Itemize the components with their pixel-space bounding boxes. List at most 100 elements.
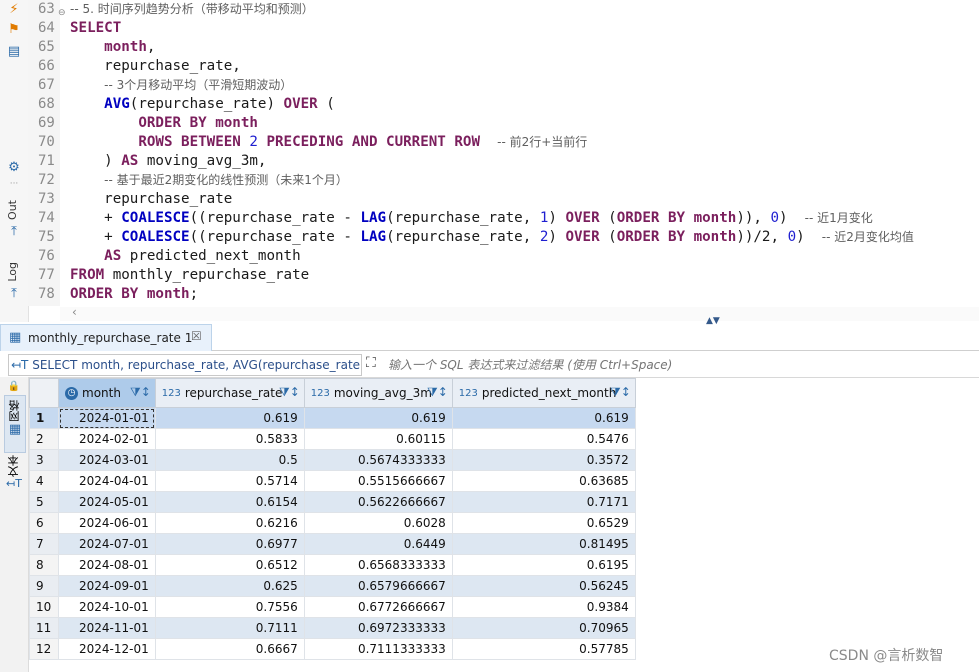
row-number[interactable]: 11 [29,617,59,639]
code-line[interactable]: 66 repurchase_rate, [28,57,979,76]
column-header-predicted-next-month[interactable]: 123 predicted_next_month ⧩↕ [451,378,636,408]
cell-predicted-next-month[interactable]: 0.70965 [451,617,636,639]
cell-month[interactable]: 2024-05-01 [58,491,156,513]
cell-moving-avg-3m[interactable]: 0.5674333333 [303,449,453,471]
code-line[interactable]: 78 ORDER BY month; [28,285,979,304]
cell-month[interactable]: 2024-03-01 [58,449,156,471]
settings-gear-icon[interactable]: ⚙ [6,160,22,176]
filter-sort-icon[interactable]: ⧩↕ [130,385,151,400]
code-line[interactable]: 64 SELECT [28,19,979,38]
cell-month[interactable]: 2024-09-01 [58,575,156,597]
cell-repurchase-rate[interactable]: 0.625 [154,575,305,597]
cell-moving-avg-3m[interactable]: 0.6579666667 [303,575,453,597]
filter-sort-icon[interactable]: ⧩↕ [427,385,448,400]
tab-grid-view[interactable]: 网格 ▦ [4,395,26,453]
code-line[interactable]: 73 repurchase_rate [28,190,979,209]
column-header-repurchase-rate[interactable]: 123 repurchase_rate ⧩↕ [154,378,305,408]
table-row[interactable]: 4 2024-04-01 0.5714 0.5515666667 0.63685 [29,470,636,492]
table-row[interactable]: 12 2024-12-01 0.6667 0.7111333333 0.57785 [29,638,636,660]
row-number[interactable]: 4 [29,470,59,492]
row-number[interactable]: 8 [29,554,59,576]
editor-horizontal-scrollbar[interactable]: ‹ [60,305,979,321]
filter-input[interactable] [386,354,979,376]
cell-month[interactable]: 2024-10-01 [58,596,156,618]
column-header-moving-avg-3m[interactable]: 123 moving_avg_3m ⧩↕ [303,378,453,408]
code-line[interactable]: 67 -- 3个月移动平均（平滑短期波动） [28,76,979,95]
code-line[interactable]: 75 + COALESCE((repurchase_rate - LAG(rep… [28,228,979,247]
cell-predicted-next-month[interactable]: 0.5476 [451,428,636,450]
row-number[interactable]: 5 [29,491,59,513]
code-line[interactable]: 63 ⊖ -- 5. 时间序列趋势分析（带移动平均和预测） [28,0,979,19]
save-script-icon[interactable]: ▤ [6,44,22,60]
cell-predicted-next-month[interactable]: 0.3572 [451,449,636,471]
cell-predicted-next-month[interactable]: 0.6529 [451,512,636,534]
tab-text-view[interactable]: 文本 ↤T [4,455,24,501]
column-header-month[interactable]: ◷ month ⧩↕ [58,378,156,408]
cell-month[interactable]: 2024-08-01 [58,554,156,576]
table-row[interactable]: 6 2024-06-01 0.6216 0.6028 0.6529 [29,512,636,534]
cell-predicted-next-month[interactable]: 0.56245 [451,575,636,597]
code-line[interactable]: 74 + COALESCE((repurchase_rate - LAG(rep… [28,209,979,228]
execute-plan-icon[interactable]: ⚑ [6,22,22,38]
row-number[interactable]: 12 [29,638,59,660]
cell-month[interactable]: 2024-06-01 [58,512,156,534]
cell-repurchase-rate[interactable]: 0.7556 [154,596,305,618]
log-panel-label[interactable]: Log [6,262,19,282]
output-icon[interactable]: ⤒ [6,224,22,240]
row-number[interactable]: 10 [29,596,59,618]
code-line[interactable]: 68 AVG(repurchase_rate) OVER ( [28,95,979,114]
sql-preview[interactable]: ↤T SELECT month, repurchase_rate, AVG(re… [8,354,362,376]
row-number[interactable]: 3 [29,449,59,471]
code-line[interactable]: 72 -- 基于最近2期变化的线性预测（未来1个月） [28,171,979,190]
cell-repurchase-rate[interactable]: 0.6512 [154,554,305,576]
log-icon[interactable]: ⤒ [6,286,22,302]
row-number[interactable]: 6 [29,512,59,534]
cell-moving-avg-3m[interactable]: 0.5515666667 [303,470,453,492]
lock-icon[interactable]: 🔒 [4,381,24,392]
cell-predicted-next-month[interactable]: 0.619 [451,407,636,429]
cell-month[interactable]: 2024-07-01 [58,533,156,555]
cell-predicted-next-month[interactable]: 0.9384 [451,596,636,618]
table-row[interactable]: 5 2024-05-01 0.6154 0.5622666667 0.7171 [29,491,636,513]
cell-moving-avg-3m[interactable]: 0.6772666667 [303,596,453,618]
code-line[interactable]: 65 month, [28,38,979,57]
cell-moving-avg-3m[interactable]: 0.6972333333 [303,617,453,639]
cell-repurchase-rate[interactable]: 0.6154 [154,491,305,513]
cell-predicted-next-month[interactable]: 0.7171 [451,491,636,513]
row-number[interactable]: 7 [29,533,59,555]
cell-moving-avg-3m[interactable]: 0.6449 [303,533,453,555]
code-line[interactable]: 77 FROM monthly_repurchase_rate [28,266,979,285]
code-line[interactable]: 70 ROWS BETWEEN 2 PRECEDING AND CURRENT … [28,133,979,152]
output-panel-label[interactable]: Out [6,200,19,220]
row-number[interactable]: 2 [29,428,59,450]
cell-predicted-next-month[interactable]: 0.6195 [451,554,636,576]
cell-repurchase-rate[interactable]: 0.6977 [154,533,305,555]
panel-maximize-restore-icon[interactable]: ▲▼ [706,316,720,326]
cell-moving-avg-3m[interactable]: 0.6568333333 [303,554,453,576]
sql-editor[interactable]: 63 ⊖ -- 5. 时间序列趋势分析（带移动平均和预测） 64 SELECT 65 mo… [28,0,979,306]
tab-monthly-repurchase-rate[interactable]: ▦ monthly_repurchase_rate 1 ☒ [0,324,212,351]
cell-repurchase-rate[interactable]: 0.6216 [154,512,305,534]
row-number[interactable]: 1 [29,407,59,429]
cell-repurchase-rate[interactable]: 0.7111 [154,617,305,639]
expand-sql-icon[interactable]: ⛶ [366,355,376,371]
table-row[interactable]: 8 2024-08-01 0.6512 0.6568333333 0.6195 [29,554,636,576]
cell-predicted-next-month[interactable]: 0.81495 [451,533,636,555]
cell-repurchase-rate[interactable]: 0.619 [154,407,305,429]
code-line[interactable]: 76 AS predicted_next_month [28,247,979,266]
cell-moving-avg-3m[interactable]: 0.619 [303,407,453,429]
code-line[interactable]: 71 ) AS moving_avg_3m, [28,152,979,171]
table-row[interactable]: 11 2024-11-01 0.7111 0.6972333333 0.70965 [29,617,636,639]
table-row[interactable]: 3 2024-03-01 0.5 0.5674333333 0.3572 [29,449,636,471]
cell-month[interactable]: 2024-04-01 [58,470,156,492]
filter-sort-icon[interactable]: ⧩↕ [610,385,631,400]
table-row[interactable]: 9 2024-09-01 0.625 0.6579666667 0.56245 [29,575,636,597]
cell-repurchase-rate[interactable]: 0.5833 [154,428,305,450]
filter-sort-icon[interactable]: ⧩↕ [279,385,300,400]
cell-moving-avg-3m[interactable]: 0.7111333333 [303,638,453,660]
cell-month[interactable]: 2024-01-01 [58,407,156,429]
row-number[interactable]: 9 [29,575,59,597]
cell-month[interactable]: 2024-11-01 [58,617,156,639]
close-tab-icon[interactable]: ☒ [191,329,202,343]
cell-moving-avg-3m[interactable]: 0.5622666667 [303,491,453,513]
